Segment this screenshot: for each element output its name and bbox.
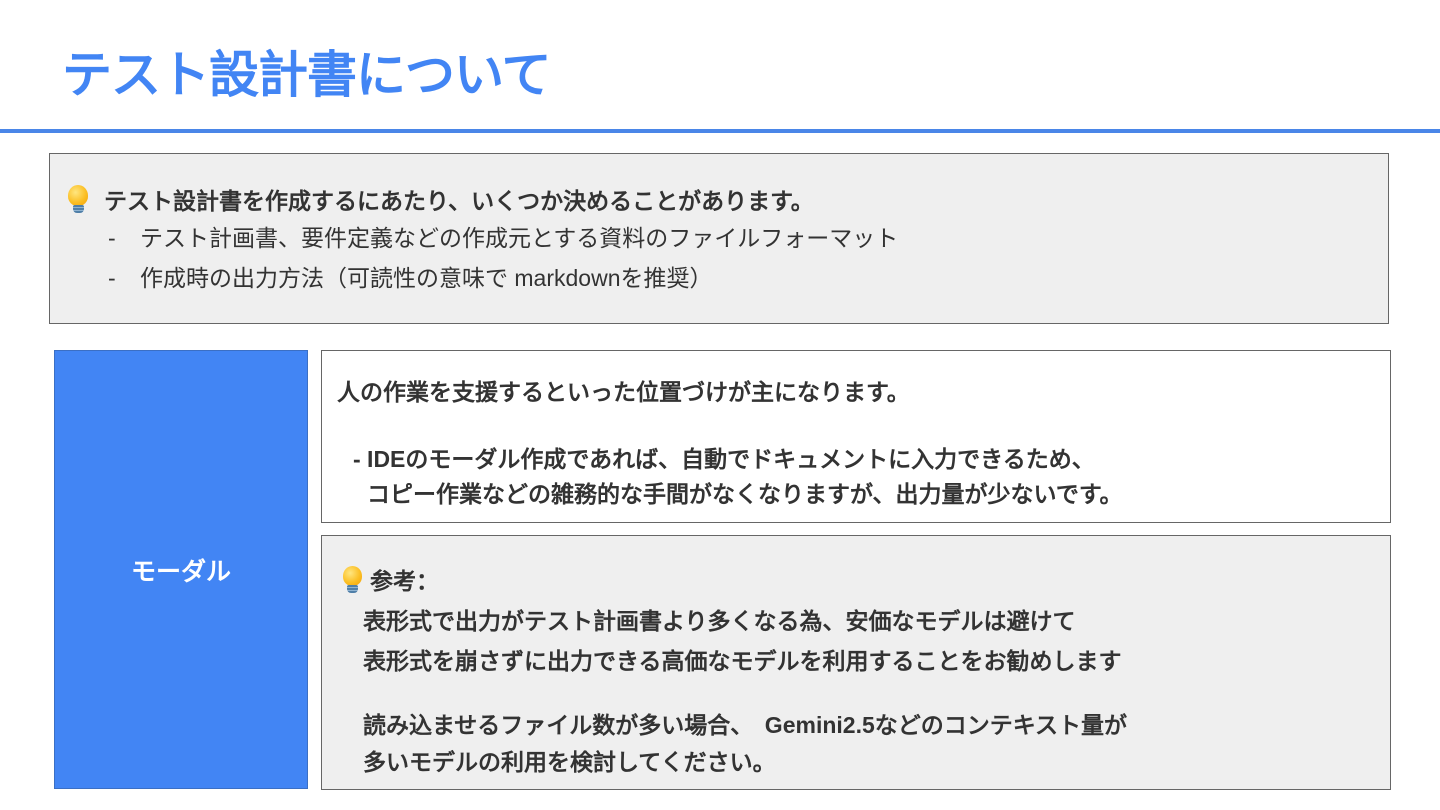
title-divider — [0, 129, 1440, 133]
info-heading-row: テスト設計書を作成するにあたり、いくつか決めることがあります。 — [66, 182, 814, 216]
lightbulb-icon — [66, 185, 90, 213]
info-heading: テスト設計書を作成するにあたり、いくつか決めることがあります。 — [104, 188, 814, 214]
info-callout-box: テスト設計書を作成するにあたり、いくつか決めることがあります。 - テスト計画書、… — [49, 153, 1389, 324]
reference-heading-row: 参考： — [340, 562, 439, 596]
description-detail-line-2: コピー作業などの雑務的な手間がなくなりますが、出力量が少ないです。 — [367, 481, 1123, 507]
reference-heading: 参考： — [370, 568, 439, 594]
reference-line-4: 多いモデルの利用を検討してください。 — [363, 749, 776, 775]
list-item-text: 作成時の出力方法（可読性の意味で markdownを推奨） — [140, 265, 713, 291]
list-item: - テスト計画書、要件定義などの作成元とする資料のファイルフォーマット — [108, 222, 898, 262]
reference-line-3: 読み込ませるファイル数が多い場合、 Gemini2.5などのコンテキスト量が — [363, 712, 1128, 738]
bullet-dash: - — [108, 265, 116, 291]
reference-line-1: 表形式で出力がテスト計画書より多くなる為、安価なモデルは避けて — [363, 608, 1076, 634]
bullet-dash: - — [108, 225, 116, 251]
info-bullet-list: - テスト計画書、要件定義などの作成元とする資料のファイルフォーマット - 作成時の… — [108, 222, 898, 302]
reference-note-box: 参考： 表形式で出力がテスト計画書より多くなる為、安価なモデルは避けて 表形式を… — [321, 535, 1391, 790]
description-main-text: 人の作業を支援するといった位置づけが主になります。 — [337, 379, 910, 405]
lightbulb-icon — [340, 565, 364, 593]
reference-line-2: 表形式を崩さずに出力できる高価なモデルを利用することをお勧めします — [363, 648, 1122, 674]
modal-description-box: 人の作業を支援するといった位置づけが主になります。 - IDEのモーダル作成であ… — [321, 350, 1391, 523]
list-item-text: テスト計画書、要件定義などの作成元とする資料のファイルフォーマット — [140, 225, 899, 251]
modal-category-label: モーダル — [54, 350, 308, 789]
list-item: - 作成時の出力方法（可読性の意味で markdownを推奨） — [108, 262, 898, 302]
slide-title: テスト設計書について — [62, 47, 551, 103]
description-detail-line-1: - IDEのモーダル作成であれば、自動でドキュメントに入力できるため、 — [353, 446, 1095, 472]
